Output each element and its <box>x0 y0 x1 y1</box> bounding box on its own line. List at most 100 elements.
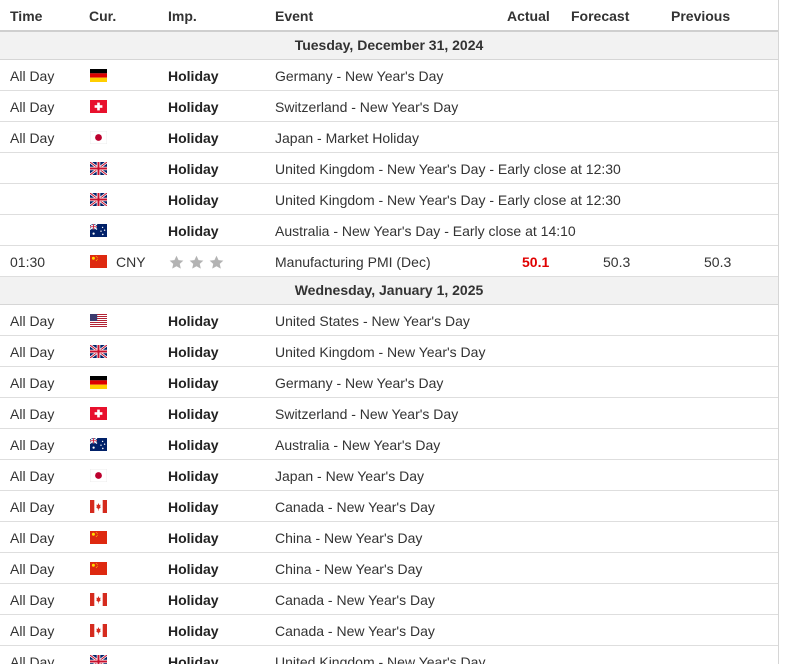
event-importance: Holiday <box>168 468 219 484</box>
event-currency: CNY <box>116 254 146 270</box>
event-row[interactable]: All Day Holiday Canada - New Year's Day <box>0 491 778 522</box>
flag-united-kingdom-icon <box>90 193 107 206</box>
header-importance[interactable]: Imp. <box>168 8 197 24</box>
event-importance: Holiday <box>168 654 219 664</box>
event-time: All Day <box>10 99 55 115</box>
event-row[interactable]: All Day Holiday United Kingdom - New Year'… <box>0 646 778 664</box>
event-row[interactable]: All Day Holiday Germany - New Year's Day <box>0 60 778 91</box>
calendar-body: Tuesday, December 31, 2024 All Day Holiday… <box>0 32 778 664</box>
event-time: All Day <box>10 437 55 453</box>
table-header: Time Cur. Imp. Event Actual Forecast Pre… <box>0 0 778 32</box>
economic-calendar: Time Cur. Imp. Event Actual Forecast Pre… <box>0 0 779 664</box>
event-name[interactable]: Australia - New Year's Day <box>275 437 440 453</box>
day-header: Tuesday, December 31, 2024 <box>0 32 778 60</box>
header-actual[interactable]: Actual <box>507 8 550 24</box>
header-previous[interactable]: Previous <box>671 8 730 24</box>
event-importance: Holiday <box>168 375 219 391</box>
event-name[interactable]: United States - New Year's Day <box>275 313 470 329</box>
event-row[interactable]: All Day Holiday Switzerland - New Year's D… <box>0 91 778 122</box>
event-name[interactable]: Switzerland - New Year's Day <box>275 406 458 422</box>
event-row[interactable]: Holiday United Kingdom - New Year's Day -… <box>0 184 778 215</box>
event-name[interactable]: United Kingdom - New Year's Day <box>275 654 485 664</box>
event-time: All Day <box>10 344 55 360</box>
event-importance: Holiday <box>168 499 219 515</box>
event-importance: Holiday <box>168 592 219 608</box>
event-name[interactable]: United Kingdom - New Year's Day - Early … <box>275 192 621 208</box>
flag-united-kingdom-icon <box>90 655 107 664</box>
flag-united-states-icon <box>90 314 107 327</box>
event-row[interactable]: All Day Holiday China - New Year's Day <box>0 522 778 553</box>
flag-switzerland-icon <box>90 100 107 113</box>
event-time: All Day <box>10 375 55 391</box>
event-name[interactable]: Australia - New Year's Day - Early close… <box>275 223 576 239</box>
event-importance: Holiday <box>168 344 219 360</box>
event-row[interactable]: All Day Holiday Canada - New Year's Day <box>0 584 778 615</box>
event-importance: Holiday <box>168 313 219 329</box>
event-time: All Day <box>10 68 55 84</box>
event-name[interactable]: Switzerland - New Year's Day <box>275 99 458 115</box>
event-name[interactable]: Canada - New Year's Day <box>275 499 435 515</box>
flag-japan-icon <box>90 131 107 144</box>
header-currency[interactable]: Cur. <box>89 8 116 24</box>
flag-china-icon <box>90 255 107 268</box>
event-row[interactable]: All Day Holiday United States - New Year's… <box>0 305 778 336</box>
event-time: All Day <box>10 406 55 422</box>
event-name[interactable]: Canada - New Year's Day <box>275 623 435 639</box>
header-time[interactable]: Time <box>10 8 42 24</box>
flag-canada-icon <box>90 500 107 513</box>
event-importance: Holiday <box>168 623 219 639</box>
event-time: All Day <box>10 592 55 608</box>
event-time: All Day <box>10 561 55 577</box>
event-row[interactable]: Holiday Australia - New Year's Day - Earl… <box>0 215 778 246</box>
event-row[interactable]: All Day Holiday Switzerland - New Year's D… <box>0 398 778 429</box>
event-row[interactable]: All Day Holiday Japan - New Year's Day <box>0 460 778 491</box>
event-importance: Holiday <box>168 68 219 84</box>
event-name[interactable]: Germany - New Year's Day <box>275 68 443 84</box>
event-previous: 50.3 <box>704 254 732 270</box>
event-name[interactable]: United Kingdom - New Year's Day <box>275 344 485 360</box>
event-importance: Holiday <box>168 437 219 453</box>
event-row[interactable]: Holiday United Kingdom - New Year's Day -… <box>0 153 778 184</box>
event-time: All Day <box>10 130 55 146</box>
event-time: 01:30 <box>10 254 46 270</box>
event-name[interactable]: Japan - Market Holiday <box>275 130 419 146</box>
event-name[interactable]: China - New Year's Day <box>275 561 422 577</box>
event-name[interactable]: Germany - New Year's Day <box>275 375 443 391</box>
event-time: All Day <box>10 499 55 515</box>
flag-japan-icon <box>90 469 107 482</box>
event-name[interactable]: China - New Year's Day <box>275 530 422 546</box>
flag-united-kingdom-icon <box>90 162 107 175</box>
event-name[interactable]: Manufacturing PMI (Dec) <box>275 254 431 270</box>
event-importance: Holiday <box>168 161 219 177</box>
event-name[interactable]: Japan - New Year's Day <box>275 468 424 484</box>
importance-star-icon <box>169 255 184 269</box>
event-row[interactable]: All Day Holiday China - New Year's Day <box>0 553 778 584</box>
flag-china-icon <box>90 531 107 544</box>
flag-australia-icon <box>90 224 107 237</box>
event-row[interactable]: All Day Holiday Canada - New Year's Day <box>0 615 778 646</box>
event-row[interactable]: All Day Holiday Germany - New Year's Day <box>0 367 778 398</box>
flag-germany-icon <box>90 376 107 389</box>
header-forecast[interactable]: Forecast <box>571 8 629 24</box>
header-event[interactable]: Event <box>275 8 313 24</box>
importance-star-icon <box>209 255 224 269</box>
event-importance: Holiday <box>168 530 219 546</box>
event-time: All Day <box>10 468 55 484</box>
event-importance: Holiday <box>168 99 219 115</box>
event-name[interactable]: Canada - New Year's Day <box>275 592 435 608</box>
event-importance: Holiday <box>168 130 219 146</box>
event-row[interactable]: 01:30 CNY Manufacturing PMI (Dec) 50.1 50.3 5… <box>0 246 778 277</box>
event-importance: Holiday <box>168 223 219 239</box>
event-forecast: 50.3 <box>603 254 631 270</box>
event-name[interactable]: United Kingdom - New Year's Day - Early … <box>275 161 621 177</box>
flag-australia-icon <box>90 438 107 451</box>
event-row[interactable]: All Day Holiday United Kingdom - New Year'… <box>0 336 778 367</box>
event-row[interactable]: All Day Holiday Japan - Market Holiday <box>0 122 778 153</box>
event-time: All Day <box>10 530 55 546</box>
importance-stars <box>168 254 228 271</box>
flag-united-kingdom-icon <box>90 345 107 358</box>
event-row[interactable]: All Day Holiday Australia - New Year's Day <box>0 429 778 460</box>
flag-switzerland-icon <box>90 407 107 420</box>
importance-star-icon <box>189 255 204 269</box>
flag-germany-icon <box>90 69 107 82</box>
